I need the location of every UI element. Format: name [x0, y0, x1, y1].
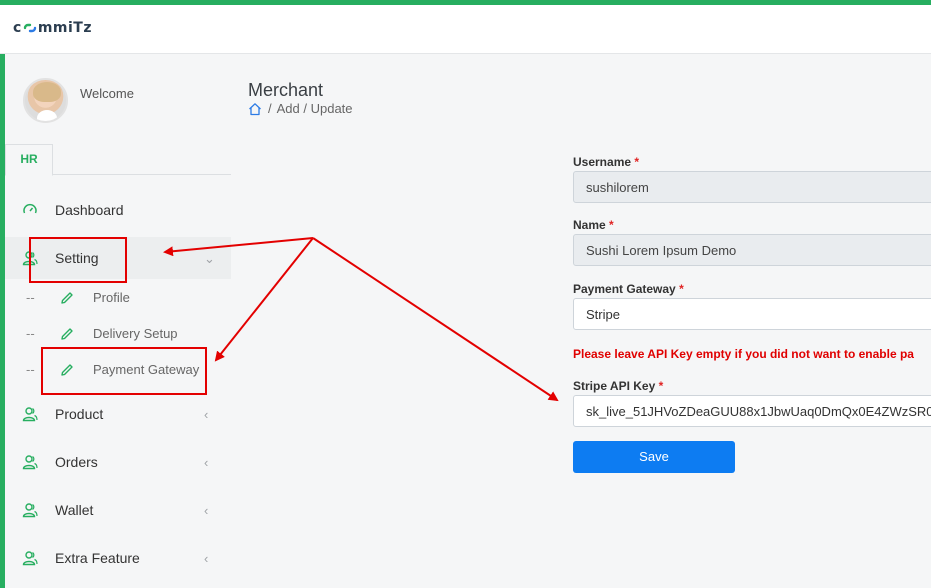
- sidebar-subitem-label: Delivery Setup: [93, 326, 178, 341]
- username-label: Username *: [573, 155, 639, 169]
- stripe-api-key-label: Stripe API Key *: [573, 379, 663, 393]
- home-icon[interactable]: [248, 102, 262, 116]
- commitz-logo[interactable]: c mmiTz: [13, 20, 92, 36]
- chevron-left-icon: ‹: [204, 407, 209, 422]
- chevron-left-icon: ‹: [204, 455, 209, 470]
- pencil-icon: [61, 292, 73, 304]
- sidebar-subitem-profile[interactable]: -- Profile: [5, 281, 231, 315]
- tree-dash: --: [26, 326, 35, 341]
- chevron-left-icon: ‹: [204, 503, 209, 518]
- required-mark: *: [634, 155, 640, 169]
- payment-gateway-label-text: Payment Gateway: [573, 282, 676, 296]
- required-mark: *: [679, 282, 684, 296]
- sidebar-item-label: Extra Feature: [55, 550, 140, 566]
- sidebar-item-label: Orders: [55, 454, 98, 470]
- sidebar-item-label: Dashboard: [55, 202, 124, 218]
- sidebar-item-dashboard[interactable]: Dashboard: [5, 189, 231, 231]
- required-mark: *: [609, 218, 614, 232]
- tree-dash: --: [26, 290, 35, 305]
- sidebar: Welcome HR Dashboard Setting ⌄ -- Profil…: [5, 54, 231, 588]
- payment-gateway-select[interactable]: Stripe: [573, 298, 931, 330]
- user-profile: Welcome: [23, 78, 134, 123]
- chevron-down-icon: ⌄: [204, 251, 215, 266]
- users-icon: [22, 455, 38, 470]
- sidebar-item-product[interactable]: Product ‹: [5, 393, 231, 435]
- name-label: Name *: [573, 218, 614, 232]
- sidebar-item-label: Product: [55, 406, 104, 422]
- highlight-box-setting: [29, 237, 127, 283]
- username-field[interactable]: sushilorem: [573, 171, 931, 203]
- tab-hr[interactable]: HR: [5, 144, 53, 176]
- chevron-left-icon: ‹: [204, 551, 209, 566]
- top-header: c mmiTz: [0, 5, 931, 54]
- page-title: Merchant: [248, 80, 324, 100]
- api-key-warning: Please leave API Key empty if you did no…: [573, 347, 914, 361]
- sidebar-subitem-label: Profile: [93, 290, 130, 305]
- highlight-box-payment-gateway: [41, 347, 207, 395]
- users-icon: [22, 551, 38, 566]
- logo-text-right: mmiTz: [37, 20, 92, 36]
- pencil-icon: [61, 328, 73, 340]
- username-label-text: Username: [573, 155, 632, 169]
- arrow-to-stripe-api-key: [312, 237, 559, 402]
- welcome-text: Welcome: [80, 86, 134, 101]
- sidebar-tabs: HR: [5, 144, 231, 176]
- logo-text-left: c: [13, 20, 22, 36]
- sidebar-subitem-delivery-setup[interactable]: -- Delivery Setup: [5, 317, 231, 351]
- payment-gateway-label: Payment Gateway *: [573, 282, 684, 296]
- required-mark: *: [658, 379, 664, 393]
- sidebar-item-orders[interactable]: Orders ‹: [5, 441, 231, 483]
- breadcrumb-separator: /: [268, 101, 272, 116]
- name-label-text: Name: [573, 218, 606, 232]
- name-field[interactable]: Sushi Lorem Ipsum Demo: [573, 234, 931, 266]
- sidebar-item-extra-feature[interactable]: Extra Feature ‹: [5, 537, 231, 579]
- dashboard-gauge-icon: [23, 203, 37, 214]
- save-button[interactable]: Save: [573, 441, 735, 473]
- breadcrumb-current: Add / Update: [276, 101, 353, 116]
- tree-dash: --: [26, 362, 35, 377]
- avatar[interactable]: [23, 78, 68, 123]
- logo-link-icon: [23, 21, 37, 35]
- breadcrumb: / Add / Update: [248, 101, 358, 116]
- sidebar-item-label: Wallet: [55, 502, 94, 518]
- users-icon: [22, 407, 38, 422]
- stripe-api-key-input[interactable]: sk_live_51JHVoZDeaGUU88x1JbwUaq0DmQx0E4Z…: [573, 395, 931, 427]
- users-icon: [22, 503, 38, 518]
- sidebar-item-wallet[interactable]: Wallet ‹: [5, 489, 231, 531]
- stripe-api-key-label-text: Stripe API Key: [573, 379, 656, 393]
